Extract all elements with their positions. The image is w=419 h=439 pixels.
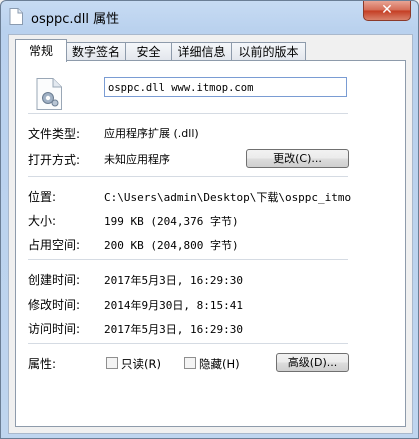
opens-with-value: 未知应用程序	[104, 153, 170, 166]
accessed-value: 2017年5月3日, 16:29:30	[104, 323, 243, 336]
separator	[28, 113, 348, 114]
modified-label: 修改时间:	[28, 298, 81, 312]
attributes-label: 属性:	[28, 357, 57, 371]
close-icon: ✕	[381, 2, 393, 18]
window-title: osppc.dll 属性	[31, 12, 120, 27]
separator	[28, 343, 348, 344]
location-value: C:\Users\admin\Desktop\下载\osppc_itmop.c	[104, 191, 352, 204]
general-panel: osppc.dll www.itmop.com 文件类型: 应用程序扩展 (.d…	[15, 60, 406, 427]
change-button[interactable]: 更改(C)...	[246, 149, 349, 168]
size-label: 大小:	[28, 214, 57, 228]
advanced-button[interactable]: 高级(D)...	[276, 353, 349, 372]
title-bar[interactable]: osppc.dll 属性 ✕	[1, 1, 418, 31]
close-button[interactable]: ✕	[363, 1, 411, 21]
tab-details[interactable]: 详细信息	[171, 42, 232, 61]
file-icon	[9, 8, 23, 25]
size-on-disk-label: 占用空间:	[28, 238, 81, 252]
properties-window: osppc.dll 属性 ✕ 常规 数字签名 安全 详细信息 以前的版本 osp…	[0, 0, 419, 439]
file-type-value: 应用程序扩展 (.dll)	[104, 127, 199, 140]
tab-general[interactable]: 常规	[15, 39, 67, 62]
separator	[28, 176, 348, 177]
file-type-label: 文件类型:	[28, 127, 81, 141]
dll-file-icon	[36, 78, 62, 110]
location-label: 位置:	[28, 190, 57, 204]
tab-previous-versions[interactable]: 以前的版本	[231, 42, 306, 61]
readonly-checkbox[interactable]	[106, 357, 118, 369]
accessed-label: 访问时间:	[28, 322, 81, 336]
created-value: 2017年5月3日, 16:29:30	[104, 274, 243, 287]
hidden-label[interactable]: 隐藏(H)	[199, 356, 240, 372]
tab-security[interactable]: 安全	[125, 42, 172, 61]
readonly-label[interactable]: 只读(R)	[121, 356, 161, 372]
size-on-disk-value: 200 KB (204,800 字节)	[104, 239, 239, 252]
opens-with-label: 打开方式:	[28, 153, 81, 167]
modified-value: 2014年9月30日, 8:15:41	[104, 299, 243, 312]
created-label: 创建时间:	[28, 273, 81, 287]
tab-digital-signatures[interactable]: 数字签名	[66, 42, 126, 61]
size-value: 199 KB (204,376 字节)	[104, 215, 239, 228]
file-name-input[interactable]: osppc.dll www.itmop.com	[104, 77, 347, 97]
separator	[28, 259, 348, 260]
hidden-checkbox[interactable]	[184, 357, 196, 369]
dialog-client: 常规 数字签名 安全 详细信息 以前的版本 osppc.dll www.itmo…	[8, 34, 413, 434]
